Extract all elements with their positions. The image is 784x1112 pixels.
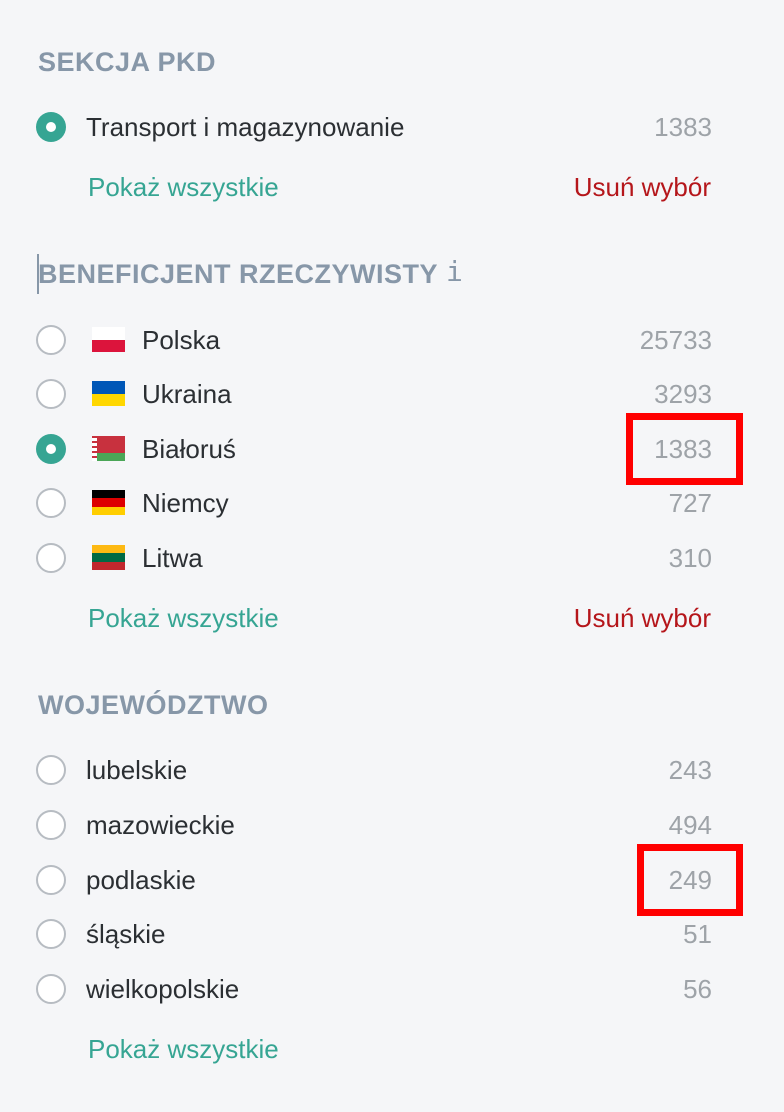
beneficiary-option-bialorus[interactable]: Białoruś 1383 — [36, 430, 712, 470]
poland-flag-icon — [92, 327, 125, 352]
highlight-box-podlaskie-count — [637, 844, 743, 916]
option-label: Niemcy — [142, 488, 229, 518]
radio-unchecked-icon[interactable] — [36, 488, 66, 518]
option-count: 727 — [668, 488, 712, 518]
pkd-clear-selection-link[interactable]: Usuń wybór — [574, 170, 711, 204]
beneficiary-show-all-link[interactable]: Pokaż wszystkie — [88, 601, 279, 635]
beneficiary-clear-selection-link[interactable]: Usuń wybór — [574, 601, 711, 635]
radio-checked-icon[interactable] — [36, 112, 66, 142]
germany-flag-icon — [92, 490, 125, 515]
option-label: śląskie — [86, 919, 166, 949]
ukraine-flag-icon — [92, 381, 125, 406]
option-count: 56 — [683, 974, 712, 1004]
voivodeship-option-podlaskie[interactable]: podlaskie 249 — [36, 861, 712, 901]
lithuania-flag-icon — [92, 545, 125, 570]
option-count: 1383 — [654, 112, 712, 142]
option-label: Ukraina — [142, 379, 232, 409]
voivodeship-option-lubelskie[interactable]: lubelskie 243 — [36, 751, 712, 791]
radio-unchecked-icon[interactable] — [36, 919, 66, 949]
voivodeship-section-title: WOJEWÓDZTWO — [38, 690, 269, 720]
voivodeship-option-mazowieckie[interactable]: mazowieckie 494 — [36, 806, 712, 846]
beneficiary-option-niemcy[interactable]: Niemcy 727 — [36, 484, 712, 524]
radio-unchecked-icon[interactable] — [36, 543, 66, 573]
option-label: lubelskie — [86, 755, 188, 785]
belarus-flag-icon — [92, 436, 125, 461]
pkd-section-title: SEKCJA PKD — [38, 47, 217, 77]
radio-unchecked-icon[interactable] — [36, 810, 66, 840]
option-label: wielkopolskie — [86, 974, 240, 1004]
option-count: 310 — [668, 543, 712, 573]
beneficiary-option-litwa[interactable]: Litwa 310 — [36, 539, 712, 579]
option-label: Litwa — [142, 543, 203, 573]
radio-unchecked-icon[interactable] — [36, 755, 66, 785]
option-count: 51 — [683, 919, 712, 949]
option-count: 494 — [668, 810, 712, 840]
option-count: 243 — [668, 755, 712, 785]
radio-unchecked-icon[interactable] — [36, 379, 66, 409]
beneficiary-option-polska[interactable]: Polska 25733 — [36, 321, 712, 361]
option-count: 25733 — [639, 325, 712, 355]
pkd-option-transport[interactable]: Transport i magazynowanie 1383 — [36, 108, 712, 148]
option-label: Białoruś — [142, 434, 236, 464]
info-icon[interactable]: i — [446, 256, 463, 288]
voivodeship-show-all-link[interactable]: Pokaż wszystkie — [88, 1032, 279, 1066]
beneficiary-option-ukraina[interactable]: Ukraina 3293 — [36, 375, 712, 415]
option-label: Polska — [142, 325, 221, 355]
highlight-box-bialorus-count — [626, 413, 743, 485]
voivodeship-option-wielkopolskie[interactable]: wielkopolskie 56 — [36, 970, 712, 1010]
voivodeship-option-slaskie[interactable]: śląskie 51 — [36, 915, 712, 955]
radio-unchecked-icon[interactable] — [36, 974, 66, 1004]
option-label: podlaskie — [86, 865, 196, 895]
pkd-show-all-link[interactable]: Pokaż wszystkie — [88, 170, 279, 204]
option-count: 3293 — [654, 379, 712, 409]
radio-checked-icon[interactable] — [36, 434, 66, 464]
option-label: Transport i magazynowanie — [86, 112, 405, 142]
beneficiary-section-title: BENEFICJENT RZECZYWISTY — [38, 259, 439, 289]
radio-unchecked-icon[interactable] — [36, 865, 66, 895]
option-label: mazowieckie — [86, 810, 235, 840]
radio-unchecked-icon[interactable] — [36, 325, 66, 355]
